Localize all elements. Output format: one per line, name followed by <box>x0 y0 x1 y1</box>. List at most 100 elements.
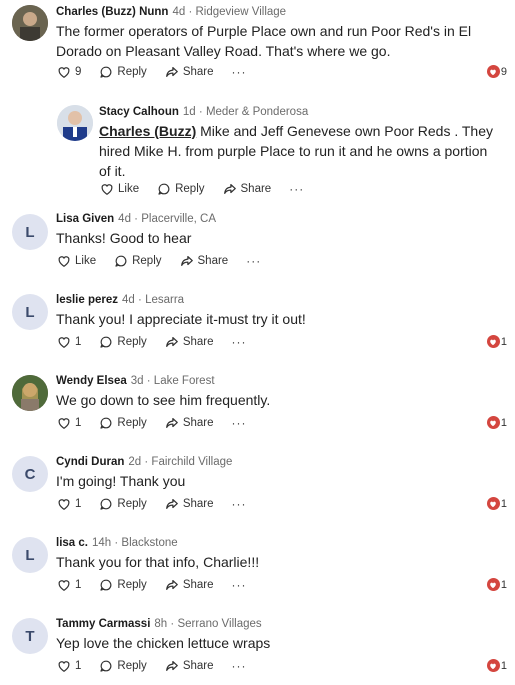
reply-icon <box>99 416 113 430</box>
location[interactable]: Ridgeview Village <box>196 6 287 18</box>
reaction-summary[interactable]: 1 <box>486 497 507 510</box>
comment-line: Mike and Jeff Genevese own Poor Reds . T… <box>196 123 493 139</box>
location[interactable]: Blackstone <box>121 537 177 549</box>
author-name[interactable]: Tammy Carmassi <box>56 618 150 630</box>
heart-icon <box>100 182 114 196</box>
like-button[interactable]: Like <box>57 254 96 268</box>
location[interactable]: Serrano Villages <box>177 618 261 630</box>
author-name[interactable]: Lisa Given <box>56 213 114 225</box>
like-button[interactable]: 1 <box>57 416 81 430</box>
share-button[interactable]: Share <box>165 578 214 592</box>
share-button[interactable]: Share <box>165 497 214 511</box>
reply-icon <box>99 497 113 511</box>
comment-actions: 1 Reply Share ··· <box>57 578 247 592</box>
heart-reaction-icon <box>486 65 500 78</box>
more-options-icon[interactable]: ··· <box>246 254 261 268</box>
more-options-icon[interactable]: ··· <box>232 416 247 430</box>
avatar[interactable]: C <box>12 456 48 492</box>
comment-line: Thank you for that info, Charlie!!! <box>56 554 260 570</box>
location[interactable]: Lesarra <box>145 294 184 306</box>
heart-reaction-icon <box>486 416 500 429</box>
more-options-icon[interactable]: ··· <box>232 497 247 511</box>
more-options-icon[interactable]: ··· <box>232 578 247 592</box>
like-button[interactable]: 9 <box>57 65 81 79</box>
share-label: Share <box>182 498 214 510</box>
reply-button[interactable]: Reply <box>99 416 147 430</box>
reaction-summary[interactable]: 1 <box>486 335 507 348</box>
reply-button[interactable]: Reply <box>99 659 147 673</box>
heart-reaction-icon <box>486 659 500 672</box>
author-name[interactable]: Cyndi Duran <box>56 456 124 468</box>
reaction-count: 1 <box>500 659 507 672</box>
comment-meta: Wendy Elsea 3d · Lake Forest <box>56 375 215 387</box>
comment-meta: Charles (Buzz) Nunn 4d · Ridgeview Villag… <box>56 6 287 18</box>
share-icon <box>165 578 179 592</box>
reply-label: Reply <box>117 66 147 78</box>
location[interactable]: Placerville, CA <box>141 213 216 225</box>
share-icon <box>223 182 237 196</box>
like-button[interactable]: 1 <box>57 497 81 511</box>
avatar-initial: L <box>25 303 35 321</box>
more-options-icon[interactable]: ··· <box>289 182 304 196</box>
reply-icon <box>99 659 113 673</box>
avatar[interactable] <box>12 5 48 41</box>
more-options-icon[interactable]: ··· <box>232 659 247 673</box>
author-name[interactable]: Charles (Buzz) Nunn <box>56 6 168 18</box>
share-button[interactable]: Share <box>165 65 214 79</box>
reply-button[interactable]: Reply <box>99 65 147 79</box>
reaction-summary[interactable]: 1 <box>486 659 507 672</box>
avatar-initial: L <box>25 546 35 564</box>
comment-line: hired Mike H. from purple Place to run i… <box>99 143 488 159</box>
like-button[interactable]: 1 <box>57 335 81 349</box>
like-count: 1 <box>75 660 82 672</box>
like-button[interactable]: 1 <box>57 659 81 673</box>
timestamp: 2d <box>128 456 142 468</box>
reply-button[interactable]: Reply <box>99 335 147 349</box>
avatar[interactable] <box>12 375 48 411</box>
share-icon <box>165 497 179 511</box>
avatar[interactable] <box>57 105 93 141</box>
author-name[interactable]: Stacy Calhoun <box>99 106 179 118</box>
reply-button[interactable]: Reply <box>114 254 162 268</box>
share-button[interactable]: Share <box>165 659 214 673</box>
heart-icon <box>57 416 71 430</box>
reply-button[interactable]: Reply <box>157 182 205 196</box>
reaction-summary[interactable]: 9 <box>486 65 507 78</box>
reply-button[interactable]: Reply <box>99 578 147 592</box>
location[interactable]: Meder & Ponderosa <box>206 106 308 118</box>
like-button[interactable]: 1 <box>57 578 81 592</box>
author-name[interactable]: Wendy Elsea <box>56 375 127 387</box>
comment-line: I'm going! Thank you <box>56 473 186 489</box>
comment-meta: Stacy Calhoun 1d · Meder & Ponderosa <box>99 106 309 118</box>
author-name[interactable]: leslie perez <box>56 294 118 306</box>
share-button[interactable]: Share <box>180 254 229 268</box>
more-options-icon[interactable]: ··· <box>232 335 247 349</box>
mention-link[interactable]: Charles (Buzz) <box>99 123 196 139</box>
share-label: Share <box>182 336 214 348</box>
comment-text: We go down to see him frequently. <box>56 390 270 410</box>
share-button[interactable]: Share <box>165 416 214 430</box>
avatar[interactable]: L <box>12 537 48 573</box>
reaction-summary[interactable]: 1 <box>486 578 507 591</box>
reply-icon <box>99 578 113 592</box>
comment-meta: leslie perez 4d · Lesarra <box>56 294 185 306</box>
comment-meta: Lisa Given 4d · Placerville, CA <box>56 213 216 225</box>
reaction-summary[interactable]: 1 <box>486 416 507 429</box>
location[interactable]: Fairchild Village <box>151 456 232 468</box>
comment-actions: 1 Reply Share ··· <box>57 416 247 430</box>
comment-meta: lisa c. 14h · Blackstone <box>56 537 178 549</box>
like-button[interactable]: Like <box>100 182 139 196</box>
share-label: Share <box>197 255 229 267</box>
share-button[interactable]: Share <box>223 182 271 196</box>
timestamp: 4d <box>118 213 131 225</box>
avatar[interactable]: L <box>12 294 48 330</box>
author-name[interactable]: lisa c. <box>56 537 88 549</box>
share-button[interactable]: Share <box>165 335 214 349</box>
location[interactable]: Lake Forest <box>154 375 215 387</box>
comment-text: Thank you for that info, Charlie!!! <box>56 552 259 572</box>
avatar[interactable]: L <box>12 214 48 250</box>
avatar-initial: T <box>25 627 35 645</box>
avatar[interactable]: T <box>12 618 48 654</box>
reply-button[interactable]: Reply <box>99 497 147 511</box>
more-options-icon[interactable]: ··· <box>232 65 247 79</box>
